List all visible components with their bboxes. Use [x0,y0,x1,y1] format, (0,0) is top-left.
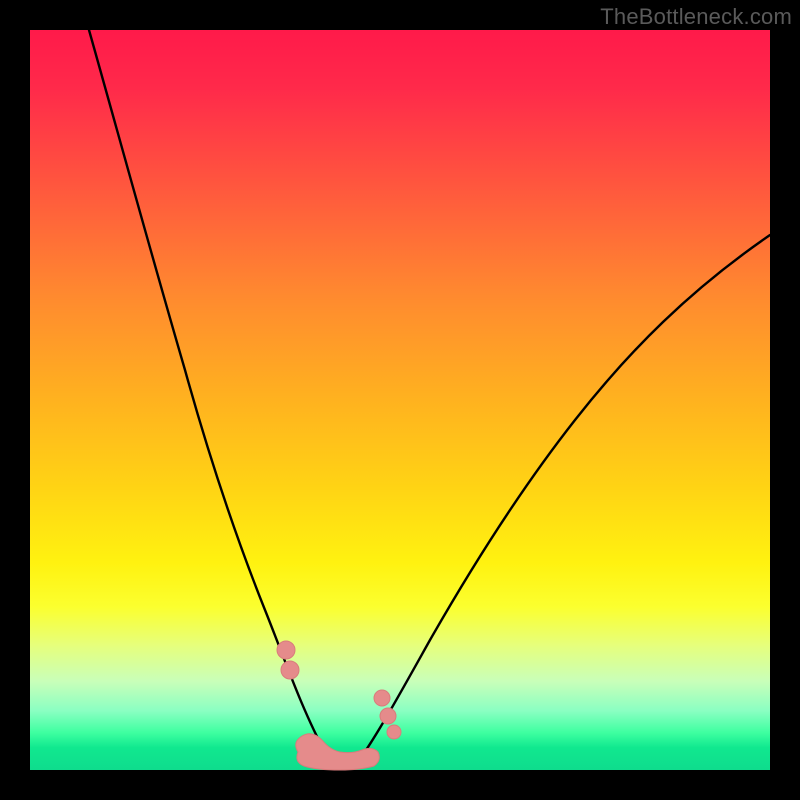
bump-right-3 [387,725,401,739]
watermark-text: TheBottleneck.com [600,4,792,30]
bump-left-2 [281,661,299,679]
bump-left-1 [277,641,295,659]
bump-right-1 [374,690,390,706]
outer-frame: TheBottleneck.com [0,0,800,800]
bump-right-2 [380,708,396,724]
valley-blob [296,734,380,770]
chart-svg [30,30,770,770]
right-curve [362,235,770,756]
plot-area [30,30,770,770]
